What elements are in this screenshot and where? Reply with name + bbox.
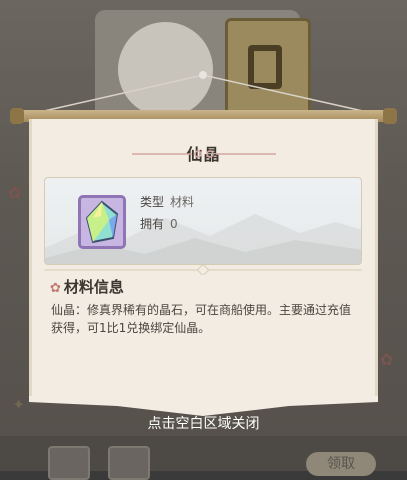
material-info-heading-text: 材料信息 <box>63 278 124 296</box>
item-owned-value: 0 <box>170 217 178 231</box>
item-icon-frame <box>78 195 126 249</box>
blossom-decoration: ✿ <box>380 350 394 369</box>
title-ornament-right <box>206 150 276 158</box>
scroll-rod-end <box>10 108 24 124</box>
material-info-heading: ✿ 材料信息 <box>50 276 124 297</box>
blossom-icon: ✿ <box>50 281 61 296</box>
crystal-icon <box>85 200 119 244</box>
close-hint: 点击空白区域关闭 <box>147 416 260 432</box>
background-item-slot <box>108 446 150 480</box>
section-divider <box>44 265 362 275</box>
scroll-rod-end <box>383 108 397 124</box>
dialog-title-row: 仙晶 <box>32 141 375 165</box>
background-item-slot <box>48 446 90 480</box>
item-owned-label: 拥有 <box>140 217 165 231</box>
item-type-label: 类型 <box>140 195 165 209</box>
item-type-value: 材料 <box>170 195 195 209</box>
blossom-decoration: ✿ <box>8 183 22 202</box>
item-type-row: 类型 材料 <box>140 193 194 210</box>
item-owned-row: 拥有 0 <box>140 215 178 232</box>
title-ornament-left <box>132 150 202 158</box>
item-description: 仙晶：修真界稀有的晶石，可在商船使用。主要通过充值获得，可1比1兑换绑定仙晶。 <box>51 303 352 335</box>
item-info-dialog: 仙晶 类型 材料 拥有 0 ✿ 材料信息 仙晶：修真界稀有的晶石，可在商船使用。… <box>29 119 378 397</box>
claim-button[interactable]: 领取 <box>306 452 376 476</box>
star-decoration: ✦ <box>12 395 26 414</box>
item-card: 类型 材料 拥有 0 <box>44 177 362 265</box>
